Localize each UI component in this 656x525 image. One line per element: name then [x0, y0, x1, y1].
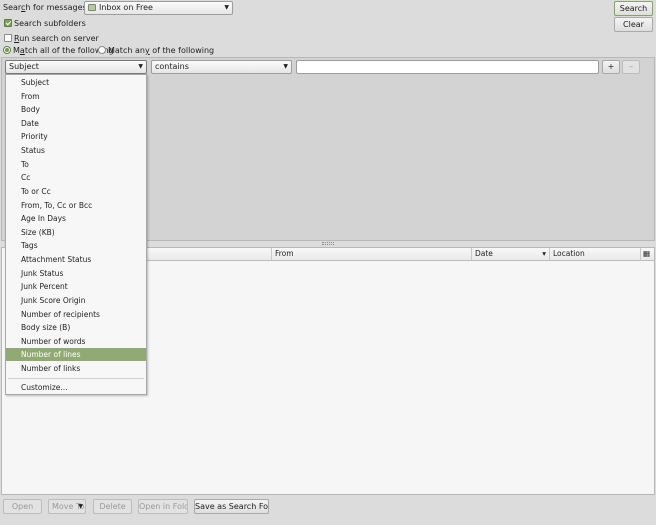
- menu-item-size-kb[interactable]: Size (KB): [6, 226, 146, 239]
- chevron-down-icon: ▼: [224, 4, 229, 11]
- open-button[interactable]: Open: [3, 499, 42, 514]
- menu-item-subject[interactable]: Subject: [6, 76, 146, 89]
- chevron-down-icon: ▼: [138, 63, 143, 70]
- chevron-down-icon: ▼: [283, 63, 288, 70]
- splitter-grip[interactable]: [322, 242, 334, 245]
- field-dropdown-menu: Subject From Body Date Priority Status T…: [5, 74, 147, 395]
- menu-item-attachment-status[interactable]: Attachment Status: [6, 253, 146, 266]
- menu-item-junk-status[interactable]: Junk Status: [6, 267, 146, 280]
- menu-item-number-of-lines[interactable]: Number of lines: [6, 348, 146, 361]
- menu-item-number-of-recipients[interactable]: Number of recipients: [6, 308, 146, 321]
- move-to-button[interactable]: Move To ▼: [48, 499, 86, 514]
- menu-item-junk-percent[interactable]: Junk Percent: [6, 280, 146, 293]
- search-subfolders-checkbox[interactable]: [4, 19, 12, 27]
- menu-item-cc[interactable]: Cc: [6, 171, 146, 184]
- menu-item-number-of-links[interactable]: Number of links: [6, 362, 146, 375]
- menu-item-to[interactable]: To: [6, 158, 146, 171]
- menu-item-junk-score-origin[interactable]: Junk Score Origin: [6, 294, 146, 307]
- menu-item-body[interactable]: Body: [6, 103, 146, 116]
- match-any-radio[interactable]: [98, 46, 106, 54]
- menu-item-tags[interactable]: Tags: [6, 239, 146, 252]
- save-as-search-folder-button[interactable]: Save as Search Folder: [194, 499, 269, 514]
- column-header-subject[interactable]: [147, 248, 272, 261]
- delete-button[interactable]: Delete: [93, 499, 132, 514]
- search-button[interactable]: Search: [614, 1, 653, 16]
- column-picker-icon[interactable]: ▦: [641, 248, 654, 261]
- match-any-label: Match any of the following: [108, 46, 215, 55]
- column-header-location[interactable]: Location: [550, 248, 641, 261]
- add-rule-button[interactable]: +: [602, 60, 620, 74]
- chevron-down-icon: ▼: [78, 503, 83, 510]
- menu-item-status[interactable]: Status: [6, 144, 146, 157]
- open-in-folder-button[interactable]: Open in Folder: [138, 499, 188, 514]
- menu-item-date[interactable]: Date: [6, 117, 146, 130]
- menu-item-from-to-cc-bcc[interactable]: From, To, Cc or Bcc: [6, 199, 146, 212]
- clear-button[interactable]: Clear: [614, 17, 653, 32]
- menu-item-priority[interactable]: Priority: [6, 130, 146, 143]
- menu-item-age-in-days[interactable]: Age In Days: [6, 212, 146, 225]
- column-header-from[interactable]: From: [272, 248, 472, 261]
- menu-item-number-of-words[interactable]: Number of words: [6, 335, 146, 348]
- search-subfolders-label: Search subfolders: [14, 19, 86, 28]
- operator-select[interactable]: contains ▼: [151, 60, 292, 74]
- field-select[interactable]: Subject ▼: [5, 60, 147, 74]
- remove-rule-button[interactable]: –: [622, 60, 640, 74]
- menu-item-from[interactable]: From: [6, 90, 146, 103]
- menu-item-customize[interactable]: Customize...: [6, 381, 146, 394]
- match-all-radio[interactable]: [3, 46, 11, 54]
- run-on-server-label: Run search on server: [14, 34, 99, 43]
- menu-separator: [8, 378, 144, 379]
- run-on-server-checkbox[interactable]: [4, 34, 12, 42]
- folder-picker-value: Inbox on Free: [99, 3, 153, 12]
- sort-indicator-icon: ▾: [542, 249, 546, 258]
- menu-item-body-size[interactable]: Body size (B): [6, 321, 146, 334]
- folder-icon: [88, 4, 96, 11]
- rule-value-input[interactable]: [296, 60, 599, 74]
- column-header-date[interactable]: Date ▾: [472, 248, 550, 261]
- menu-item-to-or-cc[interactable]: To or Cc: [6, 185, 146, 198]
- folder-picker[interactable]: Inbox on Free ▼: [84, 1, 233, 15]
